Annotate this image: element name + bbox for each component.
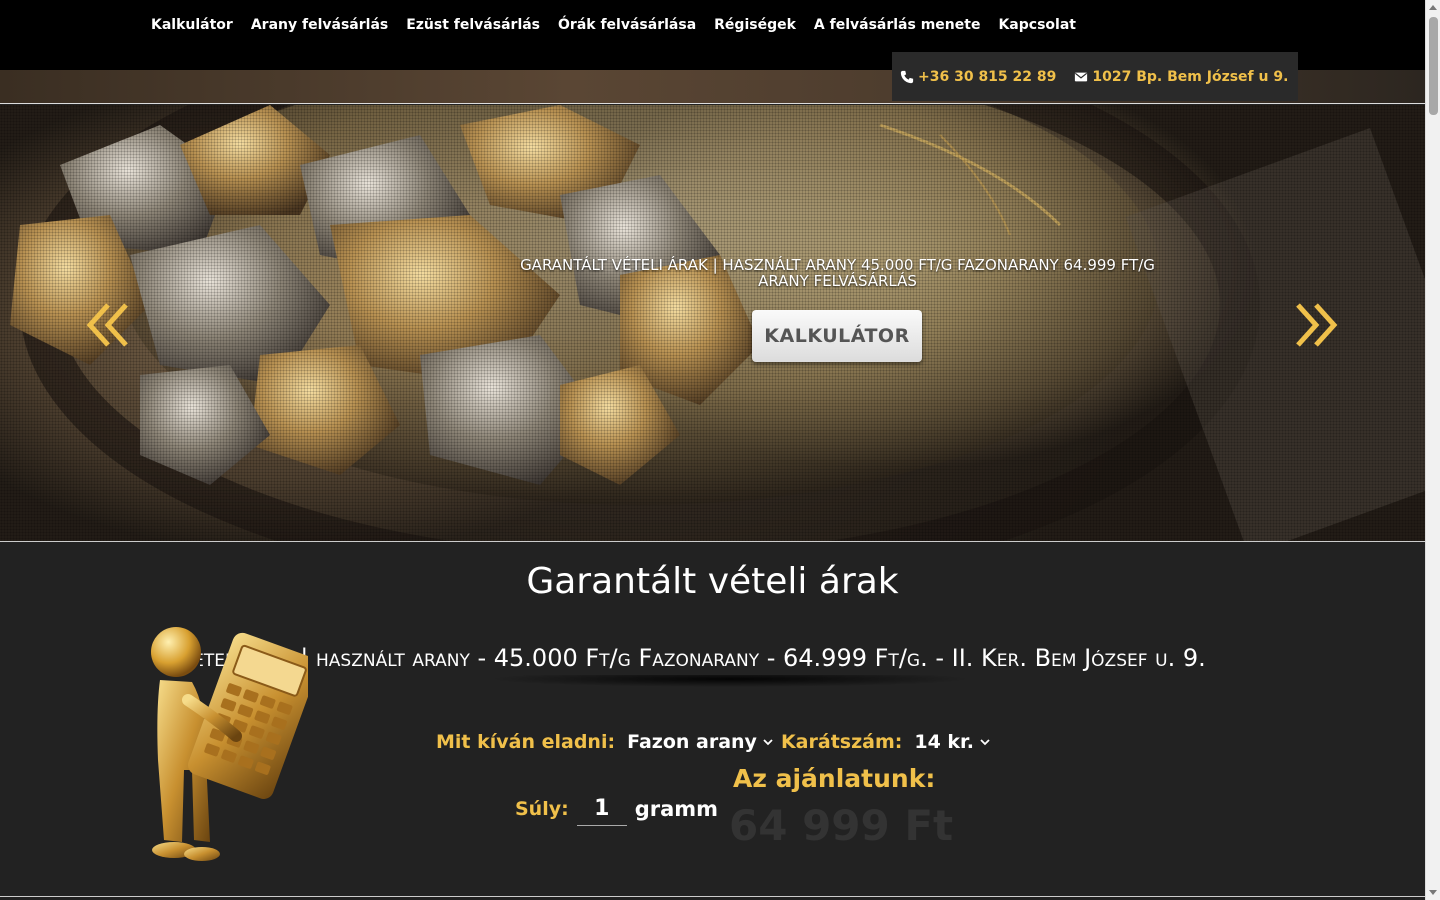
hero-dot-overlay — [0, 105, 1425, 541]
hero-slider: Garantált vételi árak | használt arany 4… — [0, 105, 1425, 542]
offer-value: 64 999 Ft — [729, 801, 954, 850]
contact-bar: +36 30 815 22 89 1027 Bp. Bem József u 9… — [892, 52, 1298, 101]
hero-caption-line2: Arany felvásárlás — [758, 272, 917, 290]
chevron-down-icon — [763, 739, 773, 746]
sell-type-value: Fazon arany — [627, 731, 757, 753]
weight-unit: gramm — [634, 797, 719, 821]
page-scrollbar[interactable] — [1425, 0, 1440, 900]
price-ticker-text: Garantált vételi árak | használt arany -… — [200, 644, 1206, 672]
kalkulator-button[interactable]: KALKULÁTOR — [752, 310, 922, 362]
karat-label: Karátszám: — [780, 731, 903, 753]
nav-menu: Kalkulátor Arany felvásárlás Ezüst felvá… — [142, 14, 1085, 36]
nav-item-regisegek[interactable]: Régiségek — [705, 14, 805, 36]
phone-link[interactable]: +36 30 815 22 89 — [900, 69, 1056, 85]
page: Kalkulátor Arany felvásárlás Ezüst felvá… — [0, 0, 1425, 900]
nav-item-ezust-felvasarlas[interactable]: Ezüst felvásárlás — [397, 14, 549, 36]
offer-label: Az ajánlatunk: — [733, 764, 936, 793]
prices-section: Garantált vételi árak Garantált vételi á… — [0, 543, 1425, 897]
hero-caption-line1: Garantált vételi árak | használt arany 4… — [520, 256, 1155, 274]
price-ticker: Garantált vételi árak | használt arany -… — [200, 641, 1320, 675]
address-text: 1027 Bp. Bem József u 9. — [1092, 68, 1289, 85]
hero-caption: Garantált vételi árak | használt arany 4… — [0, 257, 1425, 289]
prices-title: Garantált vételi árak — [526, 561, 899, 602]
calculator-row-weight: Súly: gramm — [515, 791, 718, 827]
calculator-row-type: Mit kíván eladni: Fazon arany Karátszám:… — [436, 729, 990, 755]
phone-number: +36 30 815 22 89 — [918, 68, 1057, 85]
envelope-icon — [1075, 72, 1088, 81]
nav-item-orak-felvasarlasa[interactable]: Órák felvásárlása — [549, 14, 705, 36]
double-chevron-left-icon[interactable] — [86, 301, 134, 349]
sell-type-select[interactable]: Fazon arany — [627, 731, 773, 753]
calculator-man-illustration — [151, 627, 308, 861]
weight-label: Súly: — [515, 798, 569, 820]
double-chevron-right-icon[interactable] — [1290, 301, 1338, 349]
sell-type-label: Mit kíván eladni: — [436, 731, 616, 753]
address-link[interactable]: 1027 Bp. Bem József u 9. — [1074, 69, 1288, 85]
scroll-down-arrow[interactable] — [1429, 890, 1437, 895]
phone-icon — [900, 70, 914, 83]
scrollbar-thumb[interactable] — [1429, 17, 1438, 115]
chevron-down-icon — [980, 739, 990, 746]
scroll-up-arrow[interactable] — [1429, 5, 1437, 10]
weight-input[interactable] — [576, 792, 627, 826]
divider-shadow — [430, 675, 1030, 697]
karat-value: 14 kr. — [914, 731, 974, 753]
nav-item-felvasarlas-menete[interactable]: A felvásárlás menete — [805, 14, 990, 36]
karat-select[interactable]: 14 kr. — [914, 731, 990, 753]
nav-item-kalkulator[interactable]: Kalkulátor — [142, 14, 242, 36]
nav-item-arany-felvasarlas[interactable]: Arany felvásárlás — [242, 14, 397, 36]
nav-item-kapcsolat[interactable]: Kapcsolat — [989, 14, 1085, 36]
